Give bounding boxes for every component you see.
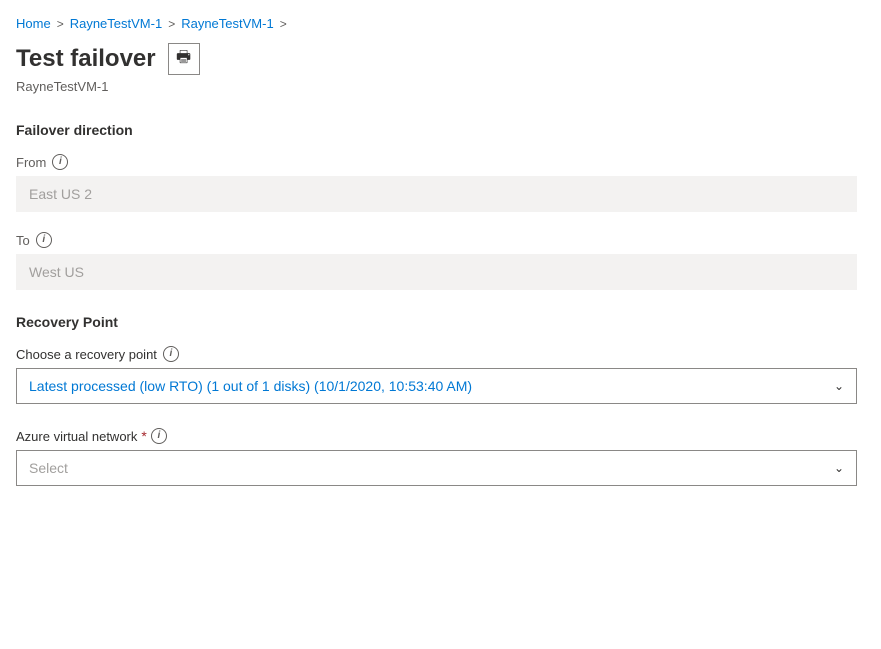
breadcrumb-vm-2[interactable]: RayneTestVM-1	[181, 16, 273, 31]
main-container: Home > RayneTestVM-1 > RayneTestVM-1 > T…	[0, 0, 881, 530]
from-value: East US 2	[29, 186, 92, 202]
from-label: From	[16, 155, 46, 170]
azure-network-label-row: Azure virtual network * i	[16, 428, 857, 444]
breadcrumb-separator-1: >	[57, 17, 64, 31]
breadcrumb-separator-3: >	[280, 17, 287, 31]
recovery-point-field-group: Choose a recovery point i Latest process…	[16, 346, 857, 404]
azure-network-dropdown[interactable]: Select ⌄	[16, 450, 857, 486]
failover-direction-section: Failover direction From i East US 2 To i…	[16, 122, 857, 290]
recovery-point-dropdown[interactable]: Latest processed (low RTO) (1 out of 1 d…	[16, 368, 857, 404]
choose-recovery-label: Choose a recovery point	[16, 347, 157, 362]
recovery-point-title: Recovery Point	[16, 314, 857, 330]
required-star: *	[141, 428, 146, 444]
breadcrumb-home[interactable]: Home	[16, 16, 51, 31]
azure-network-info-icon[interactable]: i	[151, 428, 167, 444]
recovery-point-chevron-icon: ⌄	[834, 379, 844, 393]
to-value: West US	[29, 264, 84, 280]
from-info-icon[interactable]: i	[52, 154, 68, 170]
azure-network-section: Azure virtual network * i Select ⌄	[16, 428, 857, 486]
recovery-point-info-icon[interactable]: i	[163, 346, 179, 362]
recovery-point-value: Latest processed (low RTO) (1 out of 1 d…	[29, 378, 472, 394]
recovery-point-section: Recovery Point Choose a recovery point i…	[16, 314, 857, 404]
to-label: To	[16, 233, 30, 248]
choose-recovery-label-row: Choose a recovery point i	[16, 346, 857, 362]
page-title: Test failover	[16, 43, 156, 74]
page-subtitle: RayneTestVM-1	[16, 79, 857, 94]
print-icon: 🖶	[176, 46, 191, 73]
from-label-row: From i	[16, 154, 857, 170]
breadcrumb-separator-2: >	[168, 17, 175, 31]
azure-network-placeholder: Select	[29, 460, 68, 476]
from-field-group: From i East US 2	[16, 154, 857, 212]
print-button[interactable]: 🖶	[168, 43, 200, 75]
to-value-field: West US	[16, 254, 857, 290]
to-label-row: To i	[16, 232, 857, 248]
azure-network-label: Azure virtual network	[16, 429, 137, 444]
failover-direction-title: Failover direction	[16, 122, 857, 138]
page-header: Test failover 🖶	[16, 43, 857, 75]
breadcrumb-vm-1[interactable]: RayneTestVM-1	[70, 16, 162, 31]
breadcrumb: Home > RayneTestVM-1 > RayneTestVM-1 >	[16, 16, 857, 31]
to-info-icon[interactable]: i	[36, 232, 52, 248]
to-field-group: To i West US	[16, 232, 857, 290]
azure-network-chevron-icon: ⌄	[834, 461, 844, 475]
from-value-field: East US 2	[16, 176, 857, 212]
